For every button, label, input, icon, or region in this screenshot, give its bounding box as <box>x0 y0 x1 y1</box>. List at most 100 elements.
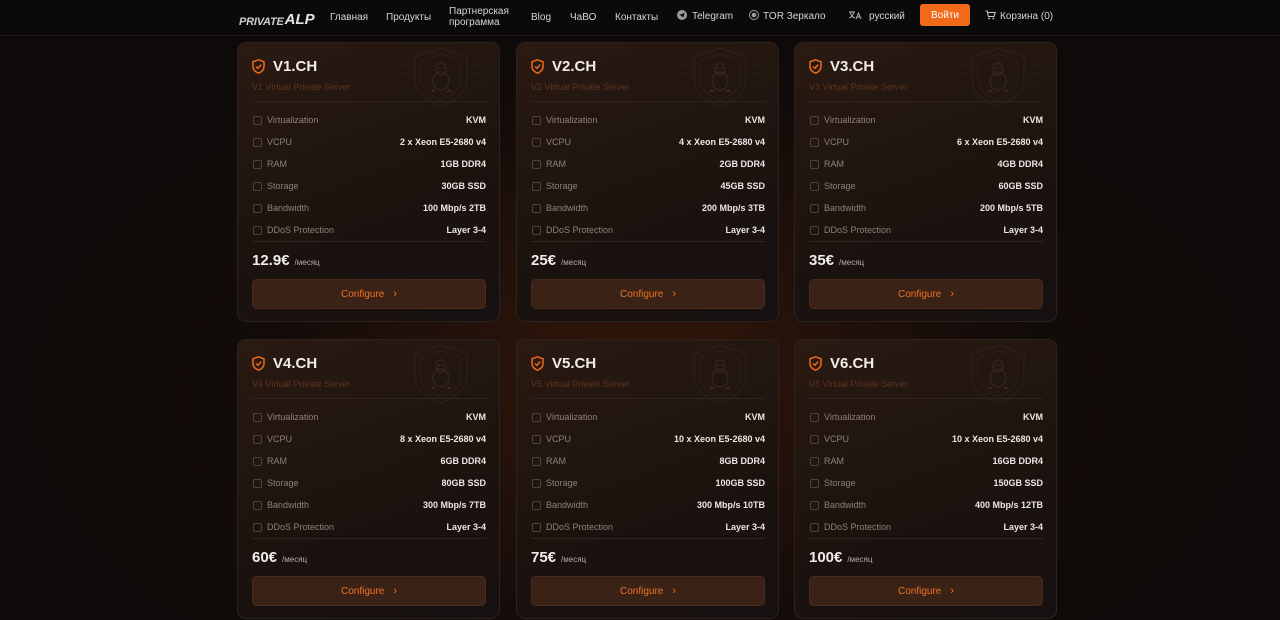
linux-shield-watermark-icon <box>678 344 762 404</box>
spec-value: KVM <box>466 115 486 125</box>
spec-label: Bandwidth <box>546 500 589 510</box>
spec-value: 30GB SSD <box>441 181 486 191</box>
spec-label: DDoS Protection <box>267 225 335 235</box>
spec-label: Virtualization <box>267 115 319 125</box>
spec-label: Virtualization <box>824 412 876 422</box>
spec-row: VCPU 2 x Xeon E5-2680 v4 <box>252 131 486 153</box>
ram-icon <box>532 160 541 169</box>
nav-affiliate[interactable]: Партнерская программа <box>449 6 509 28</box>
spec-row: VCPU 4 x Xeon E5-2680 v4 <box>531 131 765 153</box>
plan-subtitle: V3 Virtual Private Server <box>809 82 908 92</box>
spec-value: 2GB DDR4 <box>719 159 765 169</box>
configure-button[interactable]: Configure › <box>531 279 765 309</box>
tor-icon <box>749 10 759 20</box>
spec-label: DDoS Protection <box>546 225 614 235</box>
spec-label: Storage <box>824 181 856 191</box>
ddos-shield-icon <box>253 226 262 235</box>
nav-telegram-label: Telegram <box>692 11 734 22</box>
virtualization-icon <box>253 413 262 422</box>
linux-shield-watermark-icon <box>678 47 762 107</box>
plan-header: V3.CH <box>809 58 874 75</box>
configure-button[interactable]: Configure › <box>252 576 486 606</box>
nav-faq[interactable]: ЧаВО <box>570 12 596 23</box>
spec-value: 400 Mbp/s 12TB <box>974 500 1043 510</box>
spec-value: 45GB SSD <box>720 181 765 191</box>
nav-telegram[interactable]: Telegram <box>677 10 733 22</box>
price-period: /месяц <box>847 555 873 564</box>
language-selector[interactable]: русский <box>848 10 905 22</box>
login-button[interactable]: Войти <box>920 4 970 26</box>
spec-label: RAM <box>824 159 844 169</box>
spec-row: DDoS Protection Layer 3-4 <box>252 516 486 538</box>
ddos-shield-icon <box>810 226 819 235</box>
spec-label: Bandwidth <box>267 500 310 510</box>
storage-icon <box>532 479 541 488</box>
configure-label: Configure <box>897 288 942 300</box>
card-divider <box>809 538 1043 539</box>
nav-blog[interactable]: Blog <box>531 12 551 23</box>
spec-row: Storage 60GB SSD <box>809 175 1043 197</box>
spec-row: Bandwidth 400 Mbp/s 12TB <box>809 494 1043 516</box>
linux-shield-watermark-icon <box>399 47 483 107</box>
spec-value: 2 x Xeon E5-2680 v4 <box>399 137 486 147</box>
spec-label: RAM <box>824 456 844 466</box>
spec-value: 10 x Xeon E5-2680 v4 <box>951 434 1043 444</box>
storage-icon <box>253 479 262 488</box>
spec-row: Bandwidth 300 Mbp/s 10TB <box>531 494 765 516</box>
plan-card: V6.CH V6 Virtual Private Server Virtuali… <box>794 339 1057 619</box>
configure-button[interactable]: Configure › <box>809 279 1043 309</box>
plan-header: V5.CH <box>531 355 596 372</box>
linux-shield-watermark-icon <box>956 47 1040 107</box>
nav-home[interactable]: Главная <box>330 12 368 23</box>
spec-value: 4 x Xeon E5-2680 v4 <box>678 137 765 147</box>
spec-value: 100GB SSD <box>715 478 765 488</box>
plan-price: 35€ /месяц <box>809 252 864 269</box>
plan-subtitle: V4 Virtual Private Server <box>252 379 351 389</box>
nav-products[interactable]: Продукты <box>386 12 431 23</box>
configure-button[interactable]: Configure › <box>252 279 486 309</box>
spec-value: 8 x Xeon E5-2680 v4 <box>399 434 486 444</box>
nav-contacts[interactable]: Контакты <box>615 12 658 23</box>
price-period: /месяц <box>561 258 587 267</box>
cart-button[interactable]: Корзина (0) <box>985 10 1053 22</box>
spec-list: Virtualization KVM VCPU 6 x Xeon E5-2680… <box>809 101 1043 241</box>
spec-label: VCPU <box>267 434 293 444</box>
spec-row: Bandwidth 200 Mbp/s 5TB <box>809 197 1043 219</box>
plan-title: V2.CH <box>552 58 597 75</box>
logo-text: PRIVATE <box>239 16 284 28</box>
spec-value: 300 Mbp/s 7TB <box>422 500 486 510</box>
virtualization-icon <box>810 413 819 422</box>
ddos-shield-icon <box>532 523 541 532</box>
spec-label: Bandwidth <box>824 500 867 510</box>
spec-value: 150GB SSD <box>993 478 1043 488</box>
chevron-right-icon: › <box>393 585 398 597</box>
spec-value: KVM <box>745 115 765 125</box>
plan-title: V6.CH <box>830 355 875 372</box>
ddos-shield-icon <box>253 523 262 532</box>
nav-tor[interactable]: TOR Зеркало <box>749 10 826 22</box>
cpu-icon <box>253 138 262 147</box>
spec-label: VCPU <box>267 137 293 147</box>
bandwidth-icon <box>532 204 541 213</box>
spec-value: 200 Mbp/s 5TB <box>979 203 1043 213</box>
spec-row: DDoS Protection Layer 3-4 <box>809 516 1043 538</box>
spec-row: Bandwidth 200 Mbp/s 3TB <box>531 197 765 219</box>
nav-affiliate-line1: Партнерская <box>449 6 509 17</box>
spec-row: RAM 6GB DDR4 <box>252 450 486 472</box>
spec-label: RAM <box>546 456 566 466</box>
configure-button[interactable]: Configure › <box>531 576 765 606</box>
spec-row: DDoS Protection Layer 3-4 <box>809 219 1043 241</box>
spec-label: Virtualization <box>267 412 319 422</box>
spec-label: Storage <box>267 181 299 191</box>
spec-row: Virtualization KVM <box>531 406 765 428</box>
site-logo[interactable]: PRIVATE ALP <box>239 6 315 28</box>
spec-label: Bandwidth <box>267 203 310 213</box>
spec-row: VCPU 8 x Xeon E5-2680 v4 <box>252 428 486 450</box>
chevron-right-icon: › <box>672 585 677 597</box>
nav-affiliate-line2: программа <box>449 17 500 28</box>
spec-value: KVM <box>1023 412 1043 422</box>
configure-button[interactable]: Configure › <box>809 576 1043 606</box>
telegram-icon <box>677 10 687 20</box>
spec-value: 100 Mbp/s 2TB <box>422 203 486 213</box>
spec-row: Storage 150GB SSD <box>809 472 1043 494</box>
